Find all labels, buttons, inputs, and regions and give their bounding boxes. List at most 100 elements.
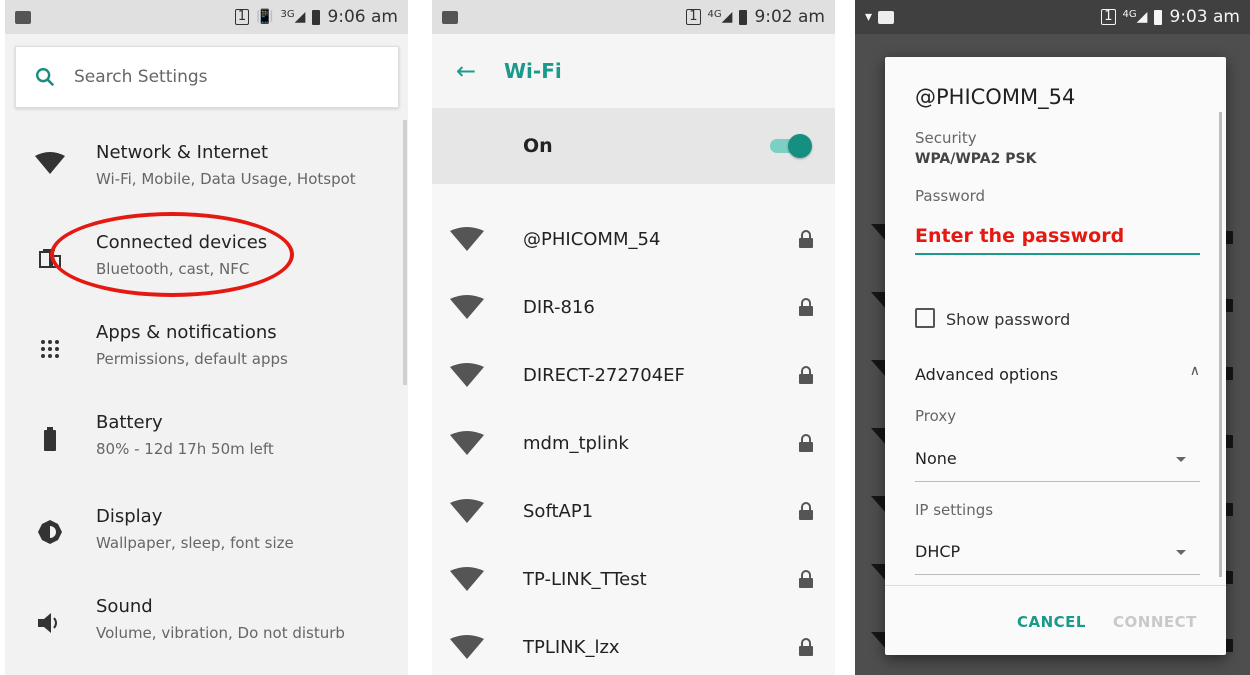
sim-icon: 1	[1101, 9, 1116, 25]
ip-divider	[915, 574, 1200, 575]
back-arrow-icon[interactable]: ←	[432, 57, 504, 85]
item-subtitle: Wi-Fi, Mobile, Data Usage, Hotspot	[96, 170, 356, 188]
lock-icon	[799, 230, 813, 248]
scrollbar[interactable]	[403, 120, 407, 385]
password-input[interactable]: Enter the password	[915, 225, 1124, 247]
password-label: Password	[915, 187, 986, 205]
show-password-label[interactable]: Show password	[946, 310, 1070, 329]
sim-icon: 1	[686, 9, 701, 25]
settings-item-network[interactable]: Network & Internet Wi-Fi, Mobile, Data U…	[5, 118, 401, 208]
wifi-toggle-switch[interactable]	[770, 134, 812, 158]
wifi-unknown-icon: ▾	[865, 9, 873, 25]
ip-settings-select[interactable]: DHCP	[915, 542, 960, 561]
wifi-network-row[interactable]: DIR-816	[432, 273, 835, 341]
battery-status-icon	[312, 9, 321, 25]
network-name: DIR-816	[523, 296, 595, 318]
signal-icon: 4G◢	[707, 9, 733, 25]
item-subtitle: Bluetooth, cast, NFC	[96, 260, 250, 278]
dialog-scrollbar[interactable]	[1219, 112, 1222, 577]
lock-icon	[799, 298, 813, 316]
lock-icon	[799, 366, 813, 384]
battery-status-icon	[1154, 9, 1163, 25]
image-notification-icon	[442, 10, 458, 24]
vibrate-icon: 📳	[256, 9, 274, 25]
network-name: DIRECT-272704EF	[523, 364, 685, 386]
security-label: Security	[915, 129, 977, 147]
wifi-signal-icon	[450, 499, 484, 523]
network-name: TP-LINK_TTest	[523, 568, 647, 590]
clock: 9:03 am	[1169, 7, 1240, 27]
item-title: Network & Internet	[96, 142, 269, 163]
settings-item-display[interactable]: Display Wallpaper, sleep, font size	[5, 478, 401, 568]
wifi-signal-icon	[450, 363, 484, 387]
wifi-connect-dialog: @PHICOMM_54 Security WPA/WPA2 PSK Passwo…	[885, 57, 1226, 655]
battery-icon	[35, 424, 65, 454]
item-subtitle: Wallpaper, sleep, font size	[96, 534, 294, 552]
wifi-network-row[interactable]: TP-LINK_TTest	[432, 545, 835, 613]
dropdown-arrow-icon[interactable]	[1176, 457, 1186, 462]
dropdown-arrow-icon[interactable]	[1176, 550, 1186, 555]
wifi-screen: 1 4G◢ 9:02 am ← Wi-Fi On @PHICOMM_54 DIR…	[432, 0, 835, 675]
item-title: Battery	[96, 412, 163, 433]
lock-icon	[799, 502, 813, 520]
toggle-label: On	[523, 135, 553, 157]
chevron-up-icon[interactable]: ∧	[1190, 363, 1200, 379]
battery-status-icon	[739, 9, 748, 25]
wifi-network-row[interactable]: mdm_tplink	[432, 409, 835, 477]
wifi-network-row[interactable]: SoftAP1	[432, 477, 835, 545]
settings-item-battery[interactable]: Battery 80% - 12d 17h 50m left	[5, 388, 401, 478]
wifi-network-row[interactable]: TPLINK_lzx	[432, 613, 835, 675]
advanced-options-toggle[interactable]: Advanced options	[915, 365, 1058, 384]
signal-icon: 3G◢	[280, 9, 306, 25]
password-input-underline	[915, 253, 1200, 255]
wifi-network-row[interactable]: @PHICOMM_54	[432, 205, 835, 273]
search-icon	[16, 66, 74, 88]
proxy-select[interactable]: None	[915, 449, 957, 468]
item-subtitle: Permissions, default apps	[96, 350, 288, 368]
settings-item-apps[interactable]: Apps & notifications Permissions, defaul…	[5, 298, 401, 388]
proxy-divider	[915, 481, 1200, 482]
settings-screen: 1 📳 3G◢ 9:06 am Search Settings Network …	[5, 0, 408, 675]
app-bar: ← Wi-Fi	[432, 34, 835, 108]
network-name: TPLINK_lzx	[523, 636, 620, 658]
proxy-label: Proxy	[915, 407, 957, 425]
toggle-thumb	[788, 134, 812, 158]
status-bar: ▾ 1 4G◢ 9:03 am	[855, 0, 1250, 34]
cancel-button[interactable]: CANCEL	[1017, 613, 1086, 631]
network-name: SoftAP1	[523, 500, 594, 522]
security-value: WPA/WPA2 PSK	[915, 151, 1037, 167]
lock-icon	[799, 434, 813, 452]
search-placeholder: Search Settings	[74, 67, 208, 87]
status-bar: 1 📳 3G◢ 9:06 am	[5, 0, 408, 34]
lock-icon	[799, 638, 813, 656]
item-subtitle: 80% - 12d 17h 50m left	[96, 440, 274, 458]
search-bar[interactable]: Search Settings	[15, 46, 399, 108]
wifi-toggle-row[interactable]: On	[432, 108, 835, 184]
settings-item-connected-devices[interactable]: Connected devices Bluetooth, cast, NFC	[5, 208, 401, 298]
settings-item-sound[interactable]: Sound Volume, vibration, Do not disturb	[5, 568, 401, 658]
wifi-password-screen: ▾ 1 4G◢ 9:03 am @PHICOMM_54 Security WPA…	[855, 0, 1250, 675]
lock-icon	[799, 570, 813, 588]
wifi-network-list: @PHICOMM_54 DIR-816 DIRECT-272704EF mdm_…	[432, 184, 835, 675]
apps-grid-icon	[35, 334, 65, 364]
dialog-button-divider	[885, 585, 1226, 586]
status-bar: 1 4G◢ 9:02 am	[432, 0, 835, 34]
wifi-signal-icon	[450, 635, 484, 659]
connect-button[interactable]: CONNECT	[1113, 613, 1197, 631]
signal-icon: 4G◢	[1122, 9, 1148, 25]
wifi-signal-icon	[450, 567, 484, 591]
item-title: Sound	[96, 596, 153, 617]
wifi-signal-icon	[450, 295, 484, 319]
sim-icon: 1	[234, 9, 250, 25]
item-title: Display	[96, 506, 163, 527]
image-notification-icon	[15, 10, 31, 24]
item-subtitle: Volume, vibration, Do not disturb	[96, 624, 345, 642]
settings-list: Network & Internet Wi-Fi, Mobile, Data U…	[5, 118, 401, 675]
ip-settings-label: IP settings	[915, 501, 994, 519]
wifi-network-row[interactable]: DIRECT-272704EF	[432, 341, 835, 409]
item-title: Connected devices	[96, 232, 268, 253]
brightness-icon	[35, 517, 65, 547]
wifi-signal-icon	[450, 431, 484, 455]
clock: 9:06 am	[327, 7, 398, 27]
show-password-checkbox[interactable]	[915, 308, 935, 328]
